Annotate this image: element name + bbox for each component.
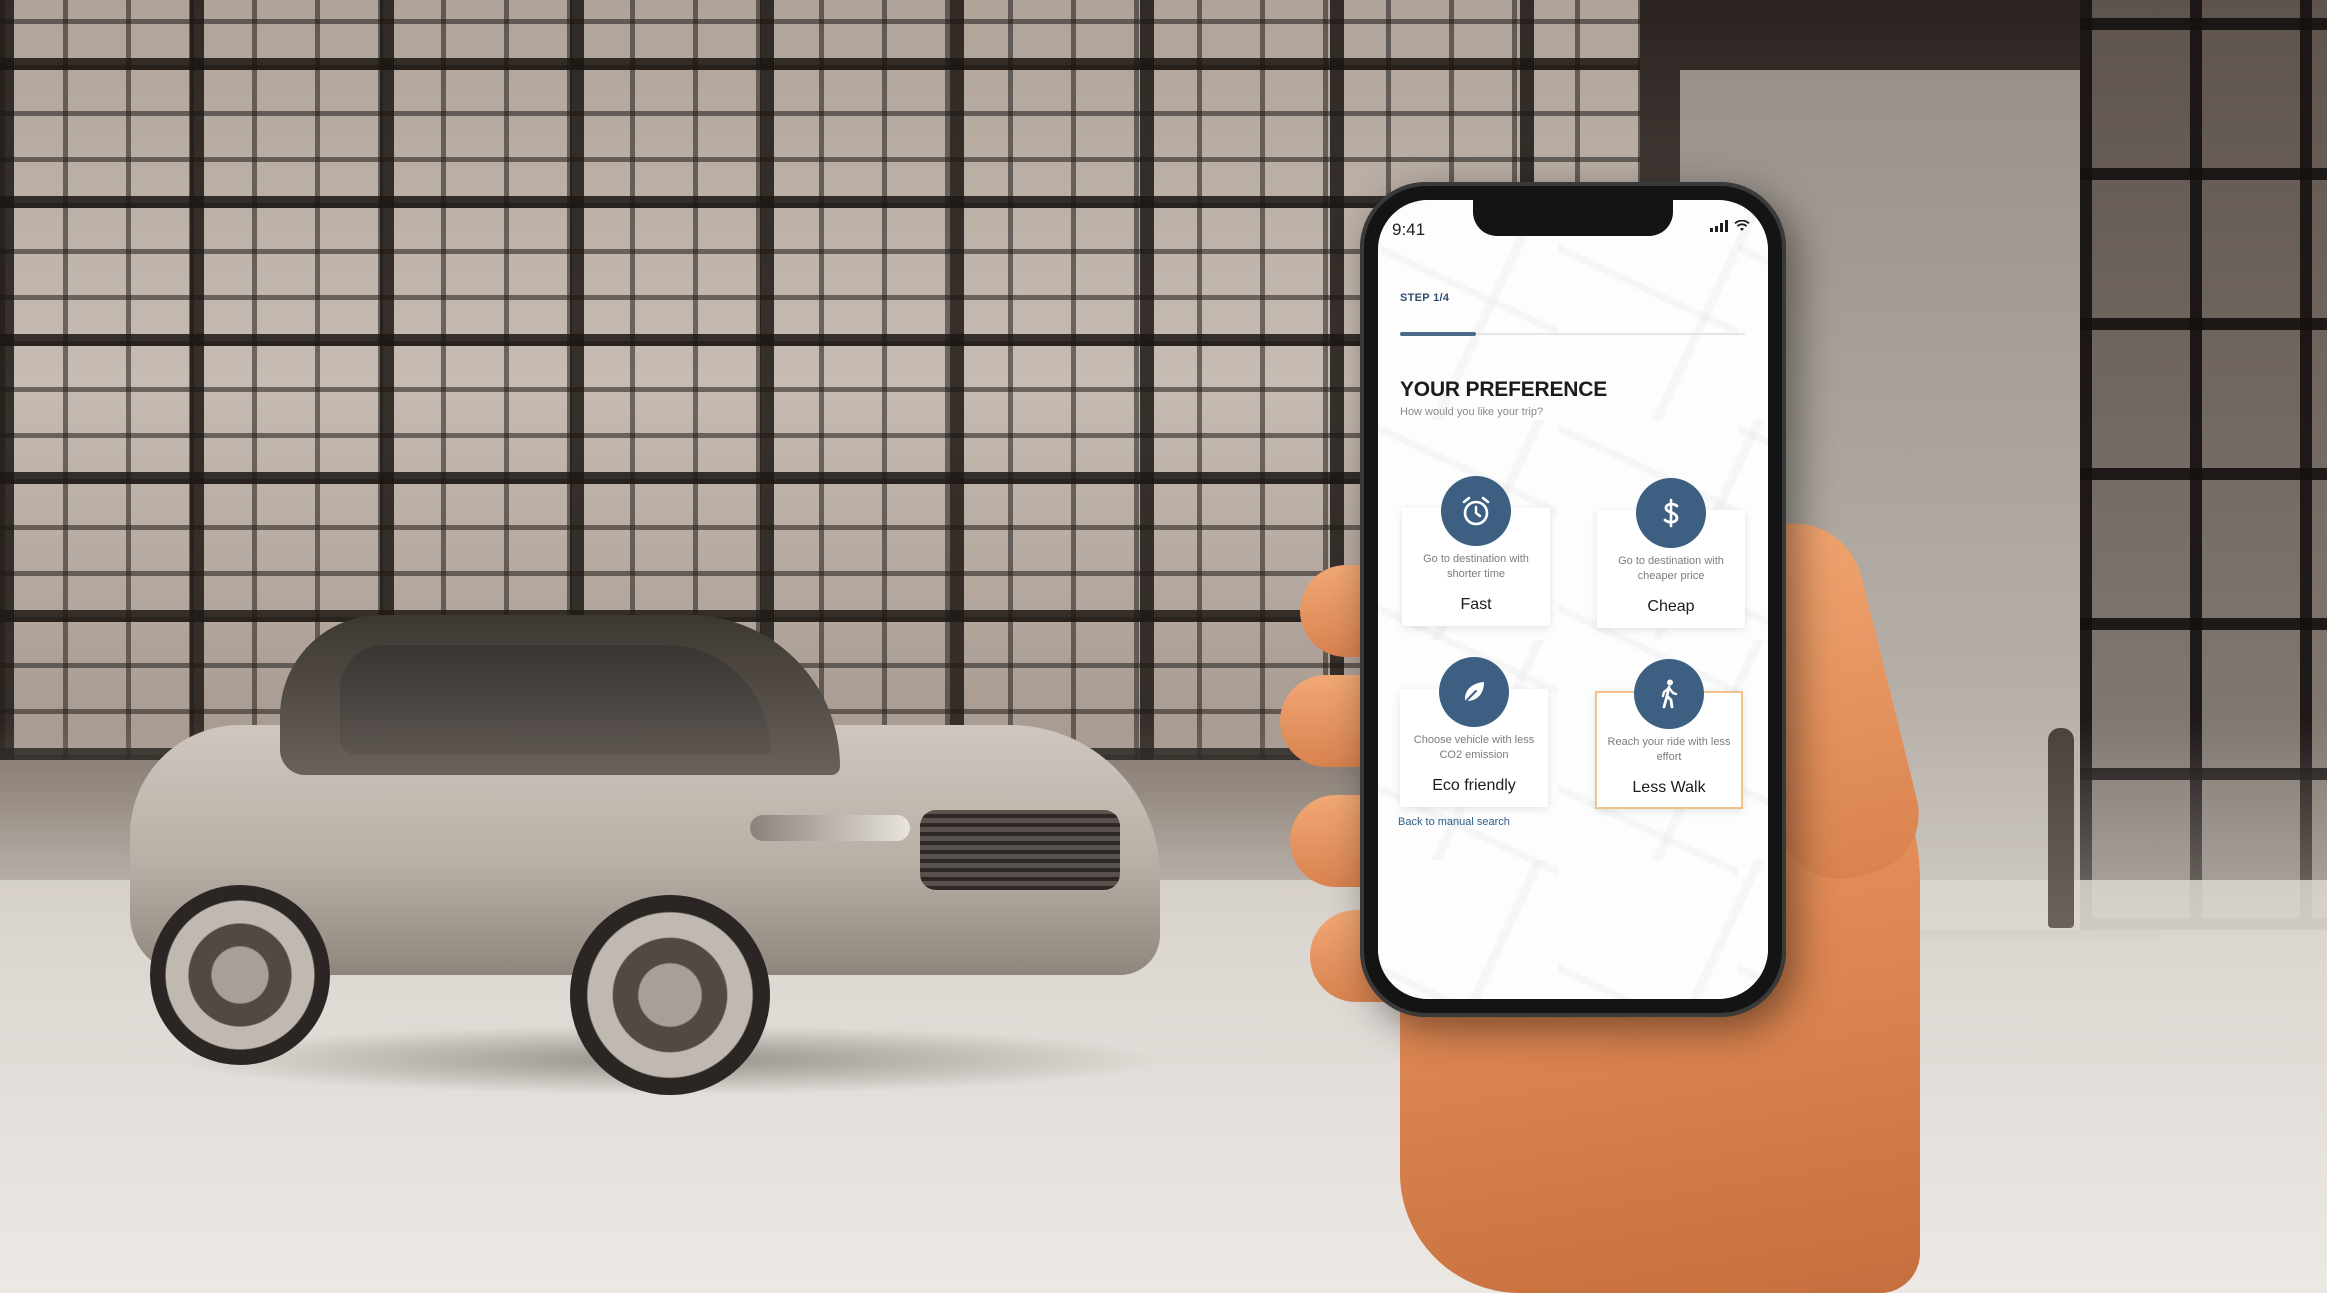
alarm-clock-icon (1441, 476, 1511, 546)
phone-screen: 9:41 STEP 1/4 YOUR PREFERENCE How would … (1378, 200, 1768, 999)
dollar-icon (1636, 478, 1706, 548)
option-card-fast[interactable]: Go to destination with shorter time Fast (1402, 476, 1550, 626)
page-title: YOUR PREFERENCE (1400, 378, 1608, 401)
leaf-icon (1439, 657, 1509, 727)
car-window (340, 645, 770, 755)
distant-person (2048, 728, 2074, 928)
car-headlight (750, 815, 910, 841)
option-card-eco-friendly[interactable]: Choose vehicle with less CO2 emission Ec… (1400, 657, 1548, 807)
signal-icon (1710, 220, 1728, 232)
status-time: 9:41 (1392, 220, 1426, 239)
back-to-manual-search-link[interactable]: Back to manual search (1398, 816, 1510, 828)
progress-track (1400, 332, 1745, 336)
option-description: Go to destination with cheaper price (1618, 555, 1724, 582)
car-wheel (570, 895, 770, 1095)
option-description: Reach your ride with less effort (1607, 736, 1731, 763)
option-description: Go to destination with shorter time (1423, 553, 1529, 580)
walking-person-icon (1634, 659, 1704, 729)
option-card-cheap[interactable]: Go to destination with cheaper price Che… (1597, 478, 1745, 628)
option-label: Less Walk (1632, 779, 1706, 796)
option-label: Fast (1460, 596, 1492, 613)
progress-fill (1400, 332, 1476, 336)
option-label: Eco friendly (1432, 777, 1516, 794)
background-photo (0, 0, 2327, 1293)
phone-mockup: 9:41 STEP 1/4 YOUR PREFERENCE How would … (1360, 182, 1786, 1017)
car-grille (920, 810, 1120, 890)
option-label: Cheap (1647, 598, 1695, 615)
wifi-icon (1734, 220, 1750, 231)
suv-car-image (130, 615, 1170, 1095)
step-indicator: STEP 1/4 (1400, 292, 1450, 304)
phone-notch (1473, 200, 1673, 236)
option-card-less-walk[interactable]: Reach your ride with less effort Less Wa… (1595, 659, 1743, 809)
car-wheel (150, 885, 330, 1065)
status-icons (1710, 220, 1750, 232)
option-description: Choose vehicle with less CO2 emission (1413, 734, 1535, 761)
page-subtitle: How would you like your trip? (1400, 406, 1544, 418)
